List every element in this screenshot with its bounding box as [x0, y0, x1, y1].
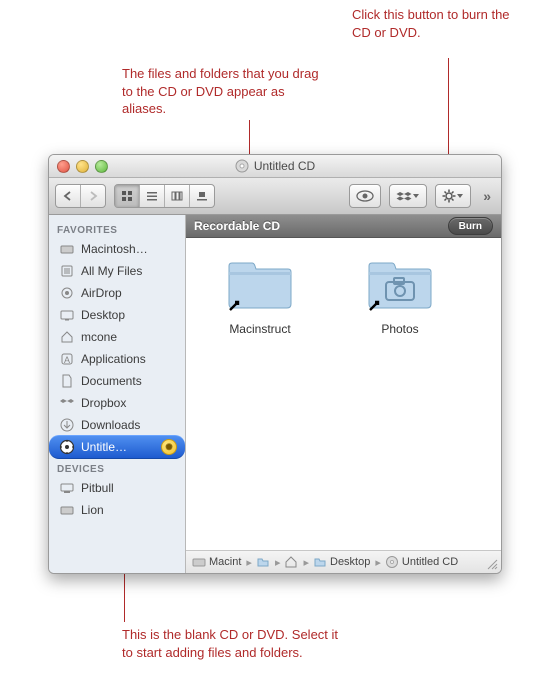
- sidebar-item-label: Downloads: [81, 418, 140, 432]
- icon-view-button[interactable]: [115, 185, 140, 207]
- file-label: Photos: [350, 322, 450, 336]
- sidebar-item-device-pitbull[interactable]: Pitbull: [49, 477, 185, 499]
- sidebar-item-label: Dropbox: [81, 396, 126, 410]
- path-crumb[interactable]: Macint ▸: [192, 555, 254, 569]
- sidebar-item-label: Desktop: [81, 308, 125, 322]
- coverflow-view-button[interactable]: [190, 185, 214, 207]
- burn-disc-icon: [59, 439, 75, 455]
- quicklook-button[interactable]: [349, 184, 381, 208]
- zoom-icon[interactable]: [95, 160, 108, 173]
- sidebar-item-label: Documents: [81, 374, 142, 388]
- path-bar[interactable]: Macint ▸ ▸ ▸ Desktop ▸ U: [186, 550, 501, 573]
- crumb-label: Macint: [209, 556, 241, 568]
- crumb-label: Untitled CD: [402, 556, 458, 568]
- home-icon: [284, 555, 298, 569]
- sidebar-item-desktop[interactable]: Desktop: [49, 304, 185, 326]
- sidebar-item-label: mcone: [81, 330, 117, 344]
- sidebar-item-label: AirDrop: [81, 286, 122, 300]
- window-title: Untitled CD: [254, 159, 315, 173]
- column-view-button[interactable]: [165, 185, 190, 207]
- gear-icon: [442, 189, 456, 203]
- hdd-icon: [192, 555, 206, 569]
- path-crumb[interactable]: ▸: [256, 555, 283, 569]
- applications-icon: A: [59, 351, 75, 367]
- sidebar-item-untitled-cd[interactable]: Untitle… ✺: [49, 435, 185, 459]
- eye-icon: [356, 190, 374, 202]
- chevron-right-icon: ▸: [373, 556, 383, 569]
- crumb-label: Desktop: [330, 556, 370, 568]
- sidebar-item-device-lion[interactable]: Lion: [49, 499, 185, 521]
- devices-header: DEVICES: [49, 458, 185, 477]
- path-crumb[interactable]: ▸: [284, 555, 311, 569]
- nav-back-forward[interactable]: [55, 184, 106, 208]
- sidebar-item-home[interactable]: mcone: [49, 326, 185, 348]
- dropbox-icon: [396, 190, 412, 202]
- callout-aliases: The files and folders that you drag to t…: [122, 65, 322, 118]
- home-icon: [59, 329, 75, 345]
- close-icon[interactable]: [57, 160, 70, 173]
- forward-button[interactable]: [81, 185, 105, 207]
- callout-blank-disc: This is the blank CD or DVD. Select it t…: [122, 626, 352, 661]
- path-crumb[interactable]: Untitled CD: [385, 555, 458, 569]
- folder-alias-photos-icon: [364, 258, 436, 314]
- sidebar-item-documents[interactable]: Documents: [49, 370, 185, 392]
- content-header-title: Recordable CD: [194, 219, 280, 233]
- disc-icon: [385, 555, 399, 569]
- dropbox-toolbar-button[interactable]: [389, 184, 427, 208]
- chevron-right-icon: ▸: [273, 556, 283, 569]
- sidebar-item-all-my-files[interactable]: All My Files: [49, 260, 185, 282]
- documents-icon: [59, 373, 75, 389]
- file-item-photos[interactable]: Photos: [350, 258, 450, 336]
- hdd-icon: [59, 241, 75, 257]
- sidebar-item-downloads[interactable]: Downloads: [49, 414, 185, 436]
- computer-icon: [59, 480, 75, 496]
- disc-icon: [235, 159, 249, 173]
- minimize-icon[interactable]: [76, 160, 89, 173]
- sidebar-item-applications[interactable]: A Applications: [49, 348, 185, 370]
- chevron-right-icon: ▸: [301, 556, 311, 569]
- sidebar-item-airdrop[interactable]: AirDrop: [49, 282, 185, 304]
- resize-handle-icon[interactable]: [486, 558, 498, 570]
- folder-icon: [313, 555, 327, 569]
- dropbox-icon: [59, 395, 75, 411]
- sidebar-item-dropbox[interactable]: Dropbox: [49, 392, 185, 414]
- sidebar-item-macintosh-hd[interactable]: Macintosh…: [49, 238, 185, 260]
- downloads-icon: [59, 417, 75, 433]
- file-area[interactable]: Macinstruct Photos: [186, 238, 501, 550]
- burn-badge-icon: ✺: [161, 439, 177, 455]
- chevron-right-icon: ▸: [244, 556, 254, 569]
- callout-burn: Click this button to burn the CD or DVD.: [352, 6, 517, 41]
- content-header: Recordable CD Burn: [186, 215, 501, 238]
- svg-text:A: A: [64, 355, 70, 365]
- finder-window: Untitled CD: [48, 154, 502, 574]
- burn-button[interactable]: Burn: [448, 217, 493, 235]
- view-switcher[interactable]: [114, 184, 215, 208]
- desktop-icon: [59, 307, 75, 323]
- favorites-header: FAVORITES: [49, 219, 185, 238]
- sidebar-item-label: Macintosh…: [81, 242, 148, 256]
- list-view-button[interactable]: [140, 185, 165, 207]
- folder-icon: [256, 555, 270, 569]
- file-label: Macinstruct: [210, 322, 310, 336]
- sidebar-item-label: Lion: [81, 503, 104, 517]
- toolbar-overflow-icon[interactable]: »: [479, 188, 495, 204]
- sidebar-item-label: Applications: [81, 352, 146, 366]
- back-button[interactable]: [56, 185, 81, 207]
- path-crumb[interactable]: Desktop ▸: [313, 555, 383, 569]
- airdrop-icon: [59, 285, 75, 301]
- folder-alias-icon: [224, 258, 296, 314]
- action-menu-button[interactable]: [435, 184, 471, 208]
- titlebar[interactable]: Untitled CD: [49, 155, 501, 178]
- sidebar-item-label: All My Files: [81, 264, 142, 278]
- sidebar: FAVORITES Macintosh… All My Files AirDro…: [49, 215, 186, 573]
- all-files-icon: [59, 263, 75, 279]
- toolbar: »: [49, 178, 501, 215]
- hdd-icon: [59, 502, 75, 518]
- sidebar-item-label: Pitbull: [81, 481, 114, 495]
- file-item-macinstruct[interactable]: Macinstruct: [210, 258, 310, 336]
- sidebar-item-label: Untitle…: [81, 440, 127, 454]
